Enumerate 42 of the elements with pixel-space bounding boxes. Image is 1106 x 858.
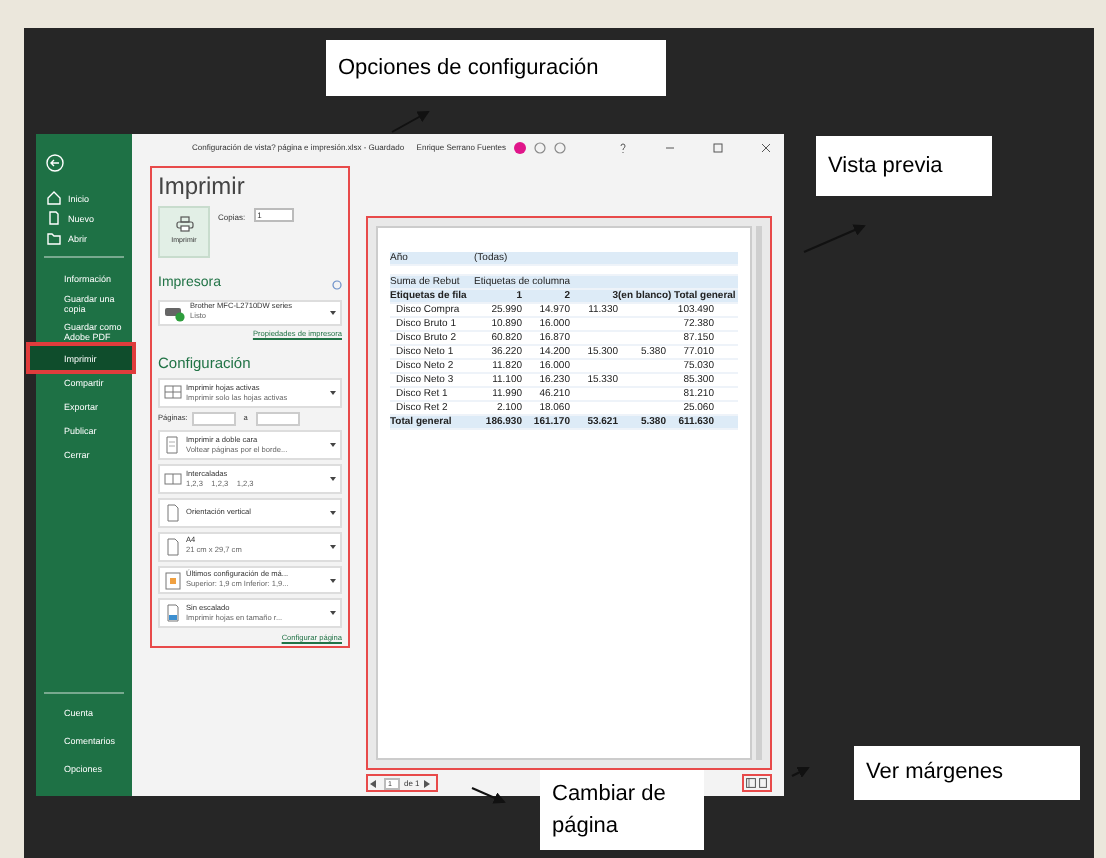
home-icon [46, 190, 62, 206]
collate-icon [164, 470, 182, 489]
page-to-field[interactable] [255, 412, 300, 427]
info-icon [332, 279, 342, 290]
caret-icon [330, 390, 336, 397]
minimize-icon [664, 142, 676, 154]
scale-icon [164, 604, 182, 623]
arrow [391, 111, 430, 133]
margins-icon [164, 571, 182, 590]
callout-label: Cambiar de página [540, 770, 704, 850]
next-page-button[interactable] [423, 776, 434, 790]
avatar-icon [514, 142, 526, 154]
caret-icon [330, 442, 336, 449]
caret-icon [330, 476, 336, 483]
caret-icon [330, 543, 336, 550]
triangle-left-icon [370, 779, 376, 787]
page-from-field[interactable] [191, 412, 236, 427]
triangle-right-icon [423, 779, 430, 787]
close-icon [760, 142, 772, 154]
panel-title: Imprimir [158, 172, 247, 200]
margins-icon [746, 778, 756, 788]
show-margins-button[interactable] [746, 778, 756, 788]
arrow [471, 787, 506, 804]
sheets-icon [164, 384, 182, 403]
caret-icon [330, 577, 336, 584]
previous-page-button[interactable] [370, 776, 380, 790]
caret-icon [330, 610, 336, 617]
printer-icon [175, 216, 193, 233]
callout-label: Ver márgenes [854, 746, 1080, 800]
restore-icon [712, 142, 724, 154]
printer-icon [164, 303, 186, 322]
back-icon [46, 154, 64, 172]
zoom-page-button[interactable] [758, 778, 768, 788]
page-icon [758, 778, 768, 788]
document-icon [46, 210, 62, 226]
folder-icon [46, 230, 62, 246]
page-icon [164, 436, 182, 455]
help-icon [618, 142, 628, 154]
caret-icon [330, 309, 336, 316]
caret-icon [330, 509, 336, 516]
callout-label: Opciones de configuración [326, 40, 666, 96]
callout-label: Vista previa [816, 136, 992, 196]
